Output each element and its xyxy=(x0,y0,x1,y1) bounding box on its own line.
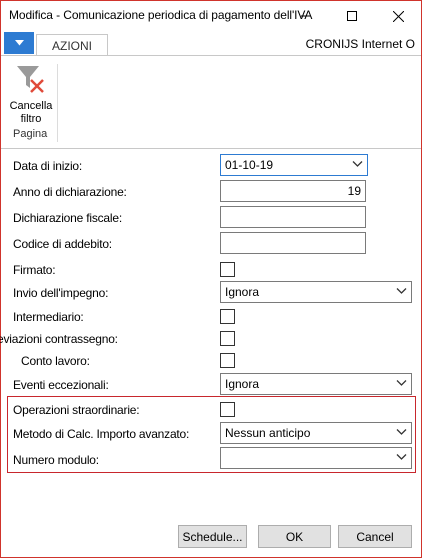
eventi-eccezionali-value: Ignora xyxy=(225,377,260,391)
ribbon-group-label: Pagina xyxy=(13,128,48,140)
data-inizio-value: 01-10-19 xyxy=(225,158,274,172)
label-anno-dichiarazione: Anno di dichiarazione: xyxy=(13,185,127,199)
metodo-calc-value: Nessun anticipo xyxy=(225,426,311,440)
clear-filter-label-1: Cancella xyxy=(9,100,53,112)
invio-impegno-select[interactable]: Ignora xyxy=(220,281,412,303)
conto-lavoro-checkbox[interactable] xyxy=(220,353,235,368)
close-icon xyxy=(392,10,404,22)
numero-modulo-select[interactable] xyxy=(220,447,412,469)
anno-dichiarazione-field[interactable]: 19 xyxy=(220,180,366,202)
clear-filter-label-2: filtro xyxy=(20,113,42,125)
ribbon: Cancella filtro Pagina xyxy=(1,55,421,149)
tab-azioni[interactable]: AZIONI xyxy=(36,34,108,56)
label-data-inizio: Data di inizio: xyxy=(13,159,83,173)
chevron-down-icon xyxy=(396,454,407,460)
label-deviazioni: eviazioni contrassegno: xyxy=(0,332,118,346)
invio-impegno-value: Ignora xyxy=(225,285,260,299)
minimize-icon xyxy=(301,15,311,17)
operazioni-straordinarie-checkbox[interactable] xyxy=(220,402,235,417)
dialog-window: Modifica - Comunicazione periodica di pa… xyxy=(0,0,422,558)
chevron-down-icon[interactable] xyxy=(352,160,363,168)
cancel-button[interactable]: Cancel xyxy=(338,525,412,548)
anno-dichiarazione-value: 19 xyxy=(347,184,361,198)
label-operazioni-straordinarie: Operazioni straordinarie: xyxy=(13,403,140,417)
close-button[interactable] xyxy=(375,1,421,31)
ribbon-group-separator xyxy=(57,64,58,142)
ribbon-tabstrip: AZIONI CRONIJS Internet O xyxy=(1,31,421,56)
ok-button[interactable]: OK xyxy=(258,525,331,548)
label-metodo-calc: Metodo di Calc. Importo avanzato: xyxy=(13,427,190,441)
eventi-eccezionali-select[interactable]: Ignora xyxy=(220,373,412,395)
schedule-button[interactable]: Schedule... xyxy=(178,525,247,548)
window-title: Modifica - Comunicazione periodica di pa… xyxy=(9,8,313,22)
title-bar: Modifica - Comunicazione periodica di pa… xyxy=(1,1,421,31)
clear-filter-icon xyxy=(17,66,44,93)
label-eventi-eccezionali: Eventi eccezionali: xyxy=(13,378,109,392)
metodo-calc-select[interactable]: Nessun anticipo xyxy=(220,422,412,444)
label-codice-addebito: Codice di addebito: xyxy=(13,237,112,251)
label-intermediario: Intermediario: xyxy=(13,310,84,324)
chevron-down-icon xyxy=(14,40,24,46)
deviazioni-checkbox[interactable] xyxy=(220,331,235,346)
clear-filter-button[interactable]: Cancella filtro xyxy=(5,60,53,125)
chevron-down-icon xyxy=(396,380,407,386)
app-menu-button[interactable] xyxy=(4,32,34,54)
intermediario-checkbox[interactable] xyxy=(220,309,235,324)
maximize-icon xyxy=(347,11,357,21)
minimize-button[interactable] xyxy=(283,1,329,31)
label-conto-lavoro: Conto lavoro: xyxy=(21,354,90,368)
label-numero-modulo: Numero modulo: xyxy=(13,453,99,467)
data-inizio-field[interactable]: 01-10-19 xyxy=(220,154,368,176)
label-dichiarazione-fiscale: Dichiarazione fiscale: xyxy=(13,211,122,225)
firmato-checkbox[interactable] xyxy=(220,262,235,277)
dichiarazione-fiscale-field[interactable] xyxy=(220,206,366,228)
chevron-down-icon xyxy=(396,429,407,435)
company-name: CRONIJS Internet O xyxy=(305,37,415,51)
label-invio-impegno: Invio dell'impegno: xyxy=(13,286,109,300)
chevron-down-icon xyxy=(396,288,407,294)
maximize-button[interactable] xyxy=(329,1,375,31)
codice-addebito-field[interactable] xyxy=(220,232,366,254)
label-firmato: Firmato: xyxy=(13,263,56,277)
